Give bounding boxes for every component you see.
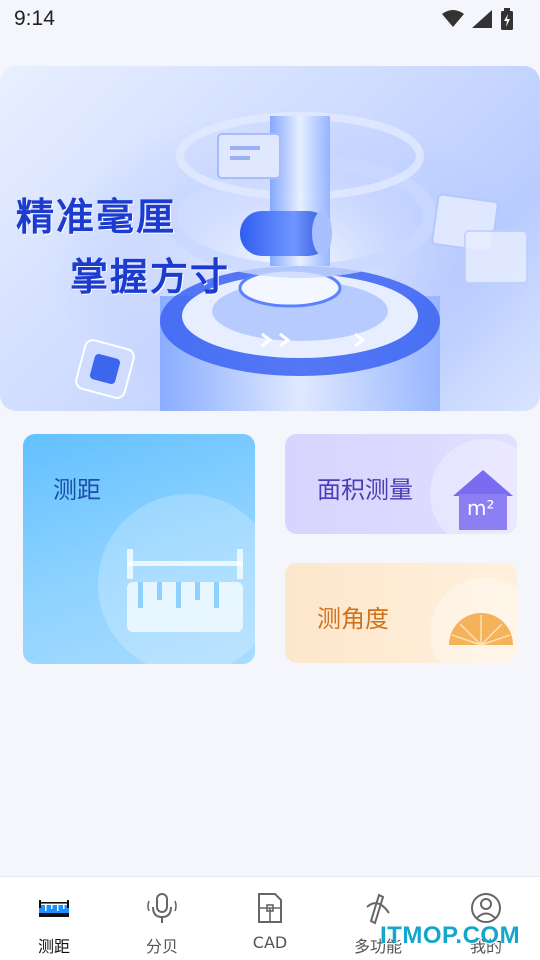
hero-banner[interactable]: 精准毫厘 掌握方寸 [0,66,540,411]
profile-icon [471,893,501,923]
status-bar: 9:14 [0,0,540,38]
multi-tool-icon [366,893,390,925]
nav-item-cad[interactable]: CAD [216,877,324,960]
distance-card[interactable]: 测距 [23,434,255,664]
angle-card[interactable]: 测角度 [285,563,517,663]
watermark: ITMOP.COM [380,922,521,949]
nav-item-decibel[interactable]: 分贝 [108,877,216,960]
status-time: 9:14 [14,7,55,30]
nav-label: 测距 [37,937,70,956]
area-card[interactable]: 面积测量 m² [285,434,517,534]
wifi-icon [442,10,464,27]
microphone-icon [147,893,177,923]
nav-item-distance[interactable]: 测距 [0,877,108,960]
nav-label: 分贝 [145,937,178,956]
status-icons [442,8,514,30]
area-icon-text: m² [467,496,495,520]
nav-label: CAD [252,933,288,952]
banner-headline: 精准毫厘 [16,195,177,239]
cad-icon [258,893,282,923]
protractor-icon [430,578,517,663]
battery-icon [501,8,513,30]
banner-subline: 掌握方寸 [70,255,231,299]
ruler-icon [39,900,69,917]
ruler-icon [98,494,255,664]
signal-icon [472,10,492,28]
